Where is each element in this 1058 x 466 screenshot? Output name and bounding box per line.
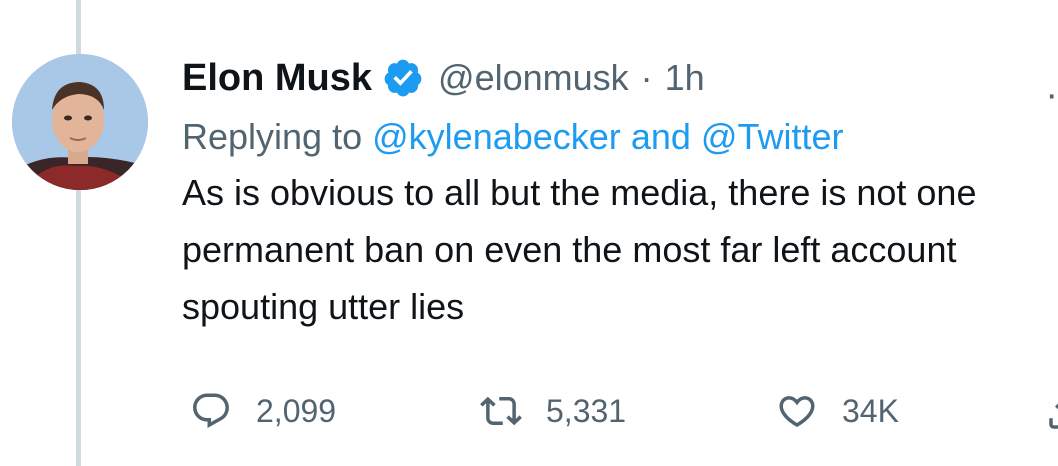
- reply-icon: [190, 390, 232, 432]
- tweet-actions: 2,099 5,331 34K: [182, 386, 1058, 436]
- avatar[interactable]: [12, 54, 148, 190]
- tweet-timestamp[interactable]: 1h: [665, 57, 705, 99]
- retweet-count: 5,331: [546, 392, 627, 429]
- verified-badge-icon: [382, 57, 424, 99]
- reply-button[interactable]: 2,099: [190, 386, 336, 436]
- avatar-image: [12, 54, 148, 190]
- reply-count: 2,099: [256, 392, 337, 429]
- tweet-content: Elon Musk @elonmusk · 1h Replying to @ky…: [182, 52, 1042, 335]
- retweet-button[interactable]: 5,331: [480, 386, 626, 436]
- mention-conjunction[interactable]: and: [631, 116, 691, 157]
- author-handle[interactable]: @elonmusk: [438, 57, 629, 99]
- mention-link[interactable]: @Twitter: [701, 116, 844, 157]
- replying-to-label: Replying to: [182, 116, 363, 157]
- heart-icon: [776, 390, 818, 432]
- like-count: 34K: [842, 392, 899, 429]
- like-button[interactable]: 34K: [776, 386, 899, 436]
- share-icon: [1044, 403, 1058, 434]
- replying-to: Replying to @kylenabecker and @Twitter: [182, 116, 1042, 158]
- share-button[interactable]: [1044, 392, 1058, 434]
- author-name[interactable]: Elon Musk: [182, 57, 372, 100]
- header-separator: ·: [640, 57, 653, 98]
- tweet-header: Elon Musk @elonmusk · 1h: [182, 52, 1042, 104]
- retweet-icon: [480, 390, 522, 432]
- mention-link[interactable]: @kylenabecker: [372, 116, 621, 157]
- more-icon[interactable]: ·: [1045, 76, 1058, 114]
- tweet-text: As is obvious to all but the media, ther…: [182, 172, 977, 327]
